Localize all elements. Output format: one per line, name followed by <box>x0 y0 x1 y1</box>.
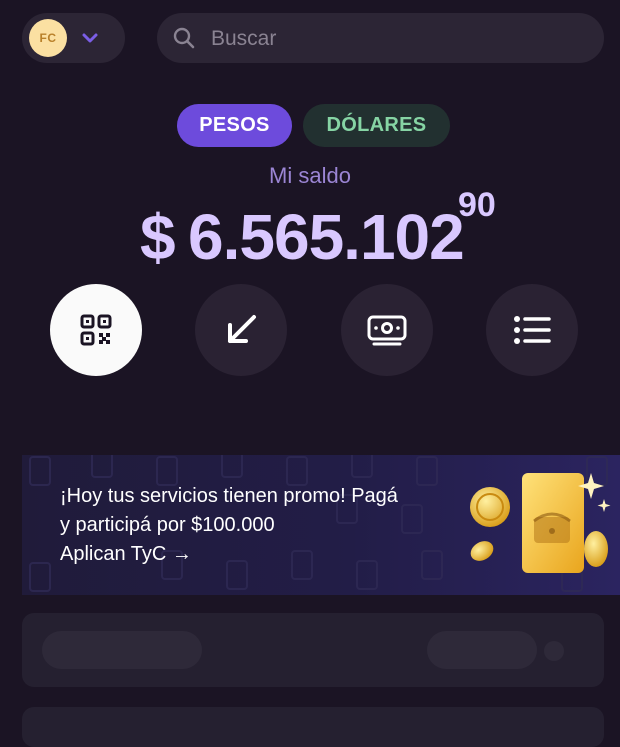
balance-integer: 6.565.102 <box>188 201 465 273</box>
list-icon <box>514 316 551 344</box>
tab-dolares[interactable]: DÓLARES <box>303 104 450 147</box>
treasure-chest-illustration <box>470 473 611 573</box>
cash-button[interactable] <box>341 284 433 376</box>
skeleton-block <box>427 631 537 669</box>
arrow-down-left-icon <box>228 315 256 343</box>
search-icon <box>173 27 195 49</box>
qr-code-icon <box>80 314 112 346</box>
balance-cents: 90 <box>458 186 496 224</box>
avatar[interactable]: FC <box>29 19 67 57</box>
promo-text: ¡Hoy tus servicios tienen promo! Pagá y … <box>60 482 470 569</box>
skeleton-card <box>22 613 604 687</box>
skeleton-card <box>22 707 604 747</box>
cash-icon <box>367 315 407 346</box>
balance-label: Mi saldo <box>269 163 351 188</box>
tab-pesos[interactable]: PESOS <box>177 104 292 147</box>
search-input[interactable] <box>209 13 583 65</box>
profile-switcher[interactable]: FC <box>22 13 125 63</box>
activity-list-button[interactable] <box>486 284 578 376</box>
promo-banner[interactable]: ¡Hoy tus servicios tienen promo! Pagá y … <box>22 455 620 595</box>
promo-cta[interactable]: Aplican TyC → <box>60 540 470 569</box>
search-bar[interactable] <box>157 13 604 65</box>
skeleton-dot <box>544 641 564 661</box>
skeleton-block <box>42 631 202 669</box>
qr-button[interactable] <box>50 284 142 376</box>
promo-line-1: ¡Hoy tus servicios tienen promo! Pagá <box>60 485 398 507</box>
currency-symbol: $ <box>140 201 176 273</box>
chevron-down-icon <box>82 33 98 43</box>
top-bar: FC <box>0 0 620 80</box>
promo-line-2: y participá por $100.000 <box>60 514 275 536</box>
receive-button[interactable] <box>195 284 287 376</box>
